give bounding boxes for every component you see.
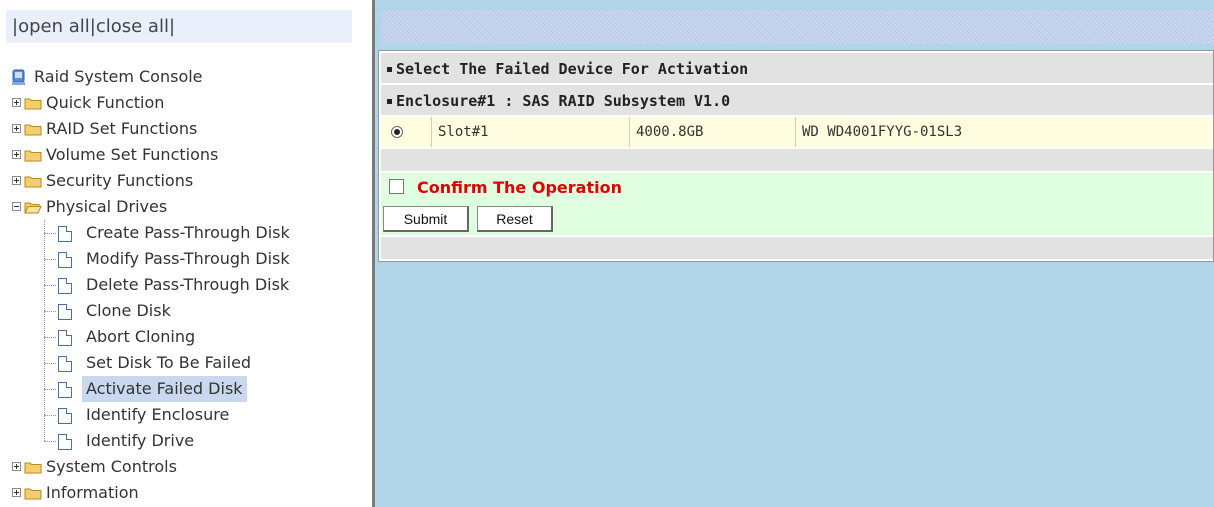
tree-item-delete-pass-through-disk[interactable]: Delete Pass-Through Disk <box>0 272 372 298</box>
tree-connector <box>44 337 56 338</box>
reset-button[interactable]: Reset <box>477 206 553 232</box>
model-cell: WD WD4001FYYG-01SL3 <box>795 117 1214 147</box>
tree-connector <box>44 233 56 234</box>
tree-root[interactable]: Raid System Console <box>0 64 372 90</box>
tree-item-label: Quick Function <box>46 93 165 112</box>
tree-item-identify-enclosure[interactable]: Identify Enclosure <box>0 402 372 428</box>
tree-item-label: Identify Drive <box>86 431 195 450</box>
device-row[interactable]: Slot#1 4000.8GB WD WD4001FYYG-01SL3 <box>381 117 1213 147</box>
separator: | <box>168 16 176 37</box>
capacity-cell: 4000.8GB <box>629 117 795 147</box>
expand-icon[interactable] <box>12 150 21 159</box>
tree-item-system-controls[interactable]: System Controls <box>0 454 372 480</box>
confirm-row: Confirm The Operation <box>381 173 1213 203</box>
tree-item-label: Create Pass-Through Disk <box>86 223 290 242</box>
expand-icon[interactable] <box>12 124 21 133</box>
top-banner <box>381 10 1214 44</box>
page-icon <box>58 252 72 268</box>
navigation-tree: Raid System Console Quick Function RAID … <box>0 64 372 506</box>
button-row: Submit Reset <box>381 203 1213 235</box>
folder-icon <box>24 462 42 474</box>
device-radio-button[interactable] <box>391 126 403 138</box>
open-all-link[interactable]: open all <box>18 16 90 37</box>
page-icon <box>58 304 72 320</box>
page-icon <box>58 382 72 398</box>
enclosure-header: Enclosure#1 : SAS RAID Subsystem V1.0 <box>381 85 1213 117</box>
expand-collapse-bar: |open all|close all| <box>6 10 352 43</box>
footer-row <box>381 237 1213 259</box>
bullet-icon <box>387 67 392 72</box>
tree-item-modify-pass-through-disk[interactable]: Modify Pass-Through Disk <box>0 246 372 272</box>
content-pane: Select The Failed Device For Activation … <box>375 0 1214 507</box>
tree-item-label: Activate Failed Disk <box>82 376 247 402</box>
bullet-icon <box>387 99 392 104</box>
tree-item-create-pass-through-disk[interactable]: Create Pass-Through Disk <box>0 220 372 246</box>
tree-item-label: Information <box>46 483 139 502</box>
folder-icon <box>24 124 42 136</box>
expand-icon[interactable] <box>12 488 21 497</box>
tree-item-label: Clone Disk <box>86 301 171 320</box>
physical-drives-children: Create Pass-Through Disk Modify Pass-Thr… <box>0 220 372 454</box>
tree-item-label: Abort Cloning <box>86 327 196 346</box>
folder-icon <box>24 98 42 110</box>
slot-cell: Slot#1 <box>431 117 629 147</box>
page-icon <box>58 408 72 424</box>
tree-item-label: Security Functions <box>46 171 194 190</box>
tree-item-label: Modify Pass-Through Disk <box>86 249 290 268</box>
tree-item-quick-function[interactable]: Quick Function <box>0 90 372 116</box>
enclosure-title: Enclosure#1 : SAS RAID Subsystem V1.0 <box>396 92 731 110</box>
folder-icon <box>24 150 42 162</box>
folder-icon <box>24 488 42 500</box>
tree-item-identify-drive[interactable]: Identify Drive <box>0 428 372 454</box>
tree-connector <box>44 311 56 312</box>
tree-connector <box>44 285 56 286</box>
section-title: Select The Failed Device For Activation <box>396 60 749 78</box>
expand-icon[interactable] <box>12 98 21 107</box>
confirm-label[interactable]: Confirm The Operation <box>417 173 622 203</box>
tree-item-physical-drives[interactable]: Physical Drives <box>0 194 372 220</box>
tree-item-information[interactable]: Information <box>0 480 372 506</box>
spacer-row <box>381 149 1213 171</box>
tree-item-security-functions[interactable]: Security Functions <box>0 168 372 194</box>
submit-button[interactable]: Submit <box>383 206 469 232</box>
tree-connector <box>44 259 56 260</box>
tree-item-label: Set Disk To Be Failed <box>86 353 252 372</box>
page-icon <box>58 330 72 346</box>
page-icon <box>58 226 72 242</box>
page-icon <box>58 434 72 450</box>
tree-item-label: RAID Set Functions <box>46 119 198 138</box>
tree-item-label: Physical Drives <box>46 197 168 216</box>
tree-item-activate-failed-disk[interactable]: Activate Failed Disk <box>0 376 372 402</box>
tree-connector <box>44 441 56 442</box>
tree-item-label: Volume Set Functions <box>46 145 219 164</box>
tree-item-set-disk-to-be-failed[interactable]: Set Disk To Be Failed <box>0 350 372 376</box>
open-folder-icon <box>24 202 42 214</box>
tree-item-raid-set-functions[interactable]: RAID Set Functions <box>0 116 372 142</box>
close-all-link[interactable]: close all <box>96 16 169 37</box>
folder-icon <box>24 176 42 188</box>
navigation-pane: |open all|close all| Raid System Console… <box>0 0 372 507</box>
tree-connector <box>44 389 56 390</box>
tree-item-clone-disk[interactable]: Clone Disk <box>0 298 372 324</box>
tree-connector <box>44 415 56 416</box>
tree-item-label: Identify Enclosure <box>86 405 230 424</box>
tree-item-label: Delete Pass-Through Disk <box>86 275 290 294</box>
tree-connector <box>44 363 56 364</box>
section-header: Select The Failed Device For Activation <box>381 53 1213 85</box>
activation-form: Select The Failed Device For Activation … <box>378 50 1214 262</box>
expand-icon[interactable] <box>12 176 21 185</box>
tree-item-label: System Controls <box>46 457 177 476</box>
page-icon <box>58 356 72 372</box>
page-icon <box>58 278 72 294</box>
tree-root-label: Raid System Console <box>34 67 203 86</box>
tree-item-abort-cloning[interactable]: Abort Cloning <box>0 324 372 350</box>
expand-icon[interactable] <box>12 462 21 471</box>
console-icon <box>12 69 25 85</box>
collapse-icon[interactable] <box>12 202 21 211</box>
tree-item-volume-set-functions[interactable]: Volume Set Functions <box>0 142 372 168</box>
confirm-checkbox[interactable] <box>389 179 404 194</box>
